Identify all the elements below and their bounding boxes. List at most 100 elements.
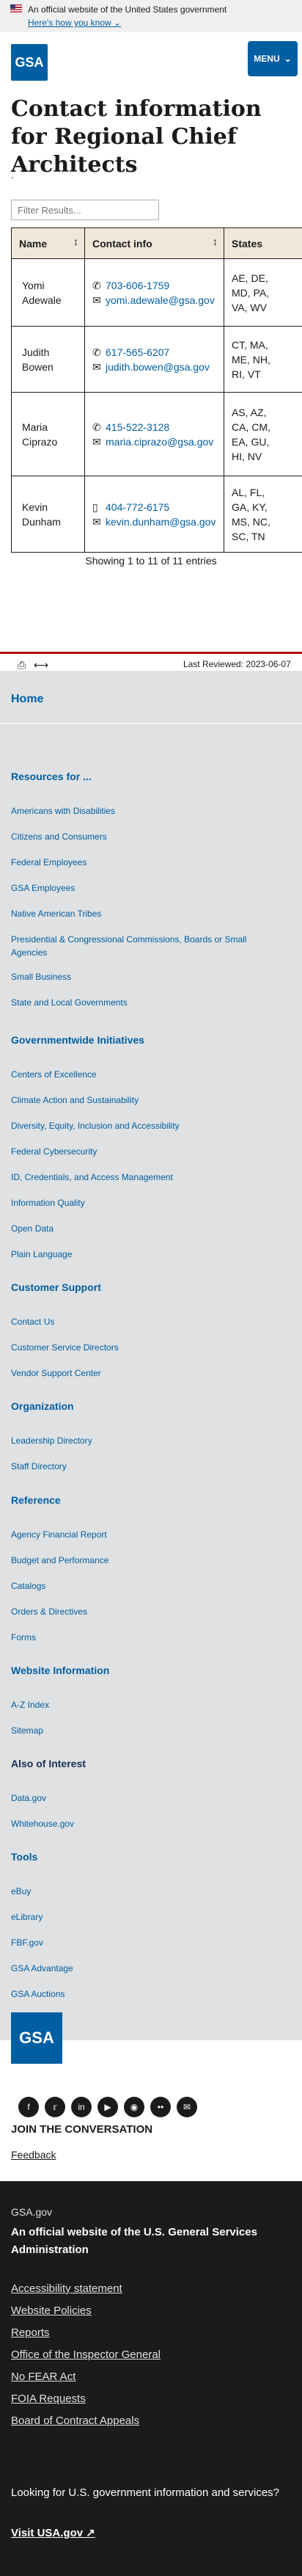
email-icon: ✉ [92, 435, 101, 448]
footer-link[interactable]: Information Quality [11, 1196, 282, 1209]
footer-link[interactable]: Vendor Support Center [11, 1367, 282, 1380]
footer-link[interactable]: Presidential & Congressional Commissions… [11, 933, 282, 959]
footer-link[interactable]: Orders & Directives [11, 1605, 282, 1618]
footer-home-link[interactable]: Home [11, 693, 43, 706]
state-list-line: AS, AZ, [232, 406, 267, 418]
flickr-icon[interactable]: •• [150, 2097, 171, 2117]
footer-link[interactable]: Agency Financial Report [11, 1528, 282, 1541]
footer-nav [0, 671, 302, 2040]
identifier-link[interactable]: Office of the Inspector General [11, 2348, 161, 2361]
footer-link[interactable]: Federal Cybersecurity [11, 1145, 282, 1158]
filter-input[interactable] [11, 200, 159, 220]
footer-link[interactable]: FBF.gov [11, 1936, 282, 1949]
print-icon[interactable]: ⎙ [18, 659, 26, 672]
footer-link[interactable]: Diversity, Equity, Inclusion and Accessi… [11, 1119, 282, 1132]
state-list-line: CA, CM, [232, 421, 270, 433]
footer-link[interactable]: Customer Service Directors [11, 1341, 282, 1354]
feedback-link[interactable]: Feedback [11, 2149, 56, 2161]
share-icon[interactable]: ⟷ [34, 659, 48, 672]
architect-name: Judith Bowen [11, 326, 85, 393]
sort-icon: ↕ [73, 236, 78, 247]
chevron-down-icon: ⌄ [284, 54, 292, 64]
gsa-footer-logo[interactable]: GSA [11, 2012, 62, 2064]
linkedin-icon[interactable]: in [71, 2097, 92, 2117]
footer-link[interactable]: eLibrary [11, 1910, 282, 1924]
footer-link[interactable]: Plain Language [11, 1248, 282, 1261]
facebook-icon[interactable]: f [18, 2097, 39, 2117]
footer-link[interactable]: Centers of Excellence [11, 1068, 282, 1081]
contact-info: ▯ 404-772-6175 ✉ kevin.dunham@gsa.gov [84, 476, 224, 553]
youtube-icon[interactable]: ▶ [97, 2097, 118, 2117]
state-list-line: EA, GU, [232, 435, 270, 448]
phone-link[interactable]: ▯ 404-772-6175 [92, 500, 216, 514]
phone-icon: ✆ [92, 421, 101, 433]
email-link[interactable]: ✉ maria.ciprazo@gsa.gov [92, 434, 216, 449]
footer-link[interactable]: Citizens and Consumers [11, 830, 282, 843]
last-reviewed: Last Reviewed: 2023-06-07 [183, 659, 291, 669]
footer-link[interactable]: ID, Credentials, and Access Management [11, 1171, 282, 1184]
footer-link[interactable]: Leadership Directory [11, 1434, 282, 1447]
state-list-line: AE, DE, [232, 272, 268, 284]
footer-link[interactable]: GSA Employees [11, 881, 282, 895]
state-list-line: MS, NC, [232, 515, 270, 528]
footer-link[interactable]: Forms [11, 1631, 282, 1644]
state-list-line: GA, KY, [232, 501, 268, 513]
table-row: Kevin Dunham ▯ 404-772-6175 ✉ kevin.dunham@g… [11, 476, 302, 553]
instagram-icon[interactable]: ◉ [124, 2097, 144, 2117]
state-list-line: SC, TN [232, 530, 265, 542]
email-link[interactable]: ✉ kevin.dunham@gsa.gov [92, 514, 216, 529]
footer-link[interactable]: Small Business [11, 970, 282, 983]
footer-link[interactable]: Climate Action and Sustainability [11, 1094, 282, 1107]
footer-section-heading: Governmentwide Initiatives [11, 1034, 145, 1046]
contact-info: ✆ 415-522-3128 ✉ maria.ciprazo@gsa.gov [84, 392, 224, 476]
phone-link[interactable]: ✆ 617-565-6207 [92, 345, 216, 360]
join-conversation-heading: JOIN THE CONVERSATION [11, 2123, 153, 2136]
architect-name: Maria Ciprazo [11, 392, 85, 476]
column-header-contact[interactable]: Contact info ↕ [84, 228, 224, 259]
footer-link[interactable]: Budget and Performance [11, 1554, 282, 1567]
email-icon[interactable]: ✉ [177, 2097, 197, 2117]
architect-name: Kevin Dunham [11, 476, 85, 553]
identifier-link[interactable]: Accessibility statement [11, 2282, 122, 2295]
identifier-link[interactable]: FOIA Requests [11, 2393, 86, 2405]
footer-section-heading: Resources for ... [11, 771, 92, 782]
identifier-link[interactable]: Reports [11, 2326, 50, 2339]
footer-link[interactable]: Federal Employees [11, 856, 282, 869]
identifier-link[interactable]: Board of Contract Appeals [11, 2415, 139, 2427]
heres-how-you-know-toggle[interactable]: Here's how you know ⌄ [28, 18, 121, 28]
intro-text: . [11, 169, 14, 181]
footer-link[interactable]: Contact Us [11, 1315, 282, 1328]
contact-info: ✆ 703-606-1759 ✉ yomi.adewale@gsa.gov [84, 258, 224, 327]
twitter-icon[interactable]: 𝕣 [45, 2097, 65, 2117]
footer-link[interactable]: Sitemap [11, 1724, 282, 1737]
banner-text: An official website of the United States… [28, 4, 227, 15]
email-link[interactable]: ✉ judith.bowen@gsa.gov [92, 360, 216, 374]
footer-link[interactable]: A-Z Index [11, 1698, 282, 1711]
footer-link[interactable]: GSA Auctions [11, 1987, 282, 2001]
identifier-link[interactable]: Website Policies [11, 2304, 92, 2317]
state-list-line: AL, FL, [232, 486, 265, 498]
footer-link[interactable]: Native American Tribes [11, 907, 282, 920]
phone-link[interactable]: ✆ 415-522-3128 [92, 420, 216, 434]
states-cell: CT, MA, ME, NH, RI, VT [224, 326, 302, 393]
footer-link[interactable]: Whitehouse.gov [11, 1817, 282, 1830]
visit-usa-link[interactable]: Visit USA.gov ↗ [11, 2526, 95, 2539]
email-link[interactable]: ✉ yomi.adewale@gsa.gov [92, 293, 216, 308]
footer-link[interactable]: Americans with Disabilities [11, 804, 282, 818]
phone-link[interactable]: ✆ 703-606-1759 [92, 278, 216, 293]
column-header-states[interactable]: States [224, 228, 302, 259]
state-list-line: VA, WV [232, 301, 267, 313]
footer-link[interactable]: Data.gov [11, 1791, 282, 1805]
identifier-link[interactable]: No FEAR Act [11, 2371, 76, 2383]
footer-link[interactable]: Staff Directory [11, 1460, 282, 1473]
footer-link[interactable]: GSA Advantage [11, 1962, 282, 1975]
menu-button[interactable]: MENU ⌄ [248, 41, 298, 76]
column-header-name[interactable]: Name ↕ [11, 228, 85, 259]
footer-link[interactable]: Open Data [11, 1222, 282, 1235]
footer-link[interactable]: Catalogs [11, 1579, 282, 1593]
state-list-line: HI, NV [232, 450, 262, 462]
footer-link[interactable]: eBuy [11, 1885, 282, 1898]
footer-link[interactable]: State and Local Governments [11, 996, 282, 1009]
gsa-logo[interactable]: GSA [11, 44, 48, 81]
state-list-line: RI, VT [232, 368, 261, 380]
